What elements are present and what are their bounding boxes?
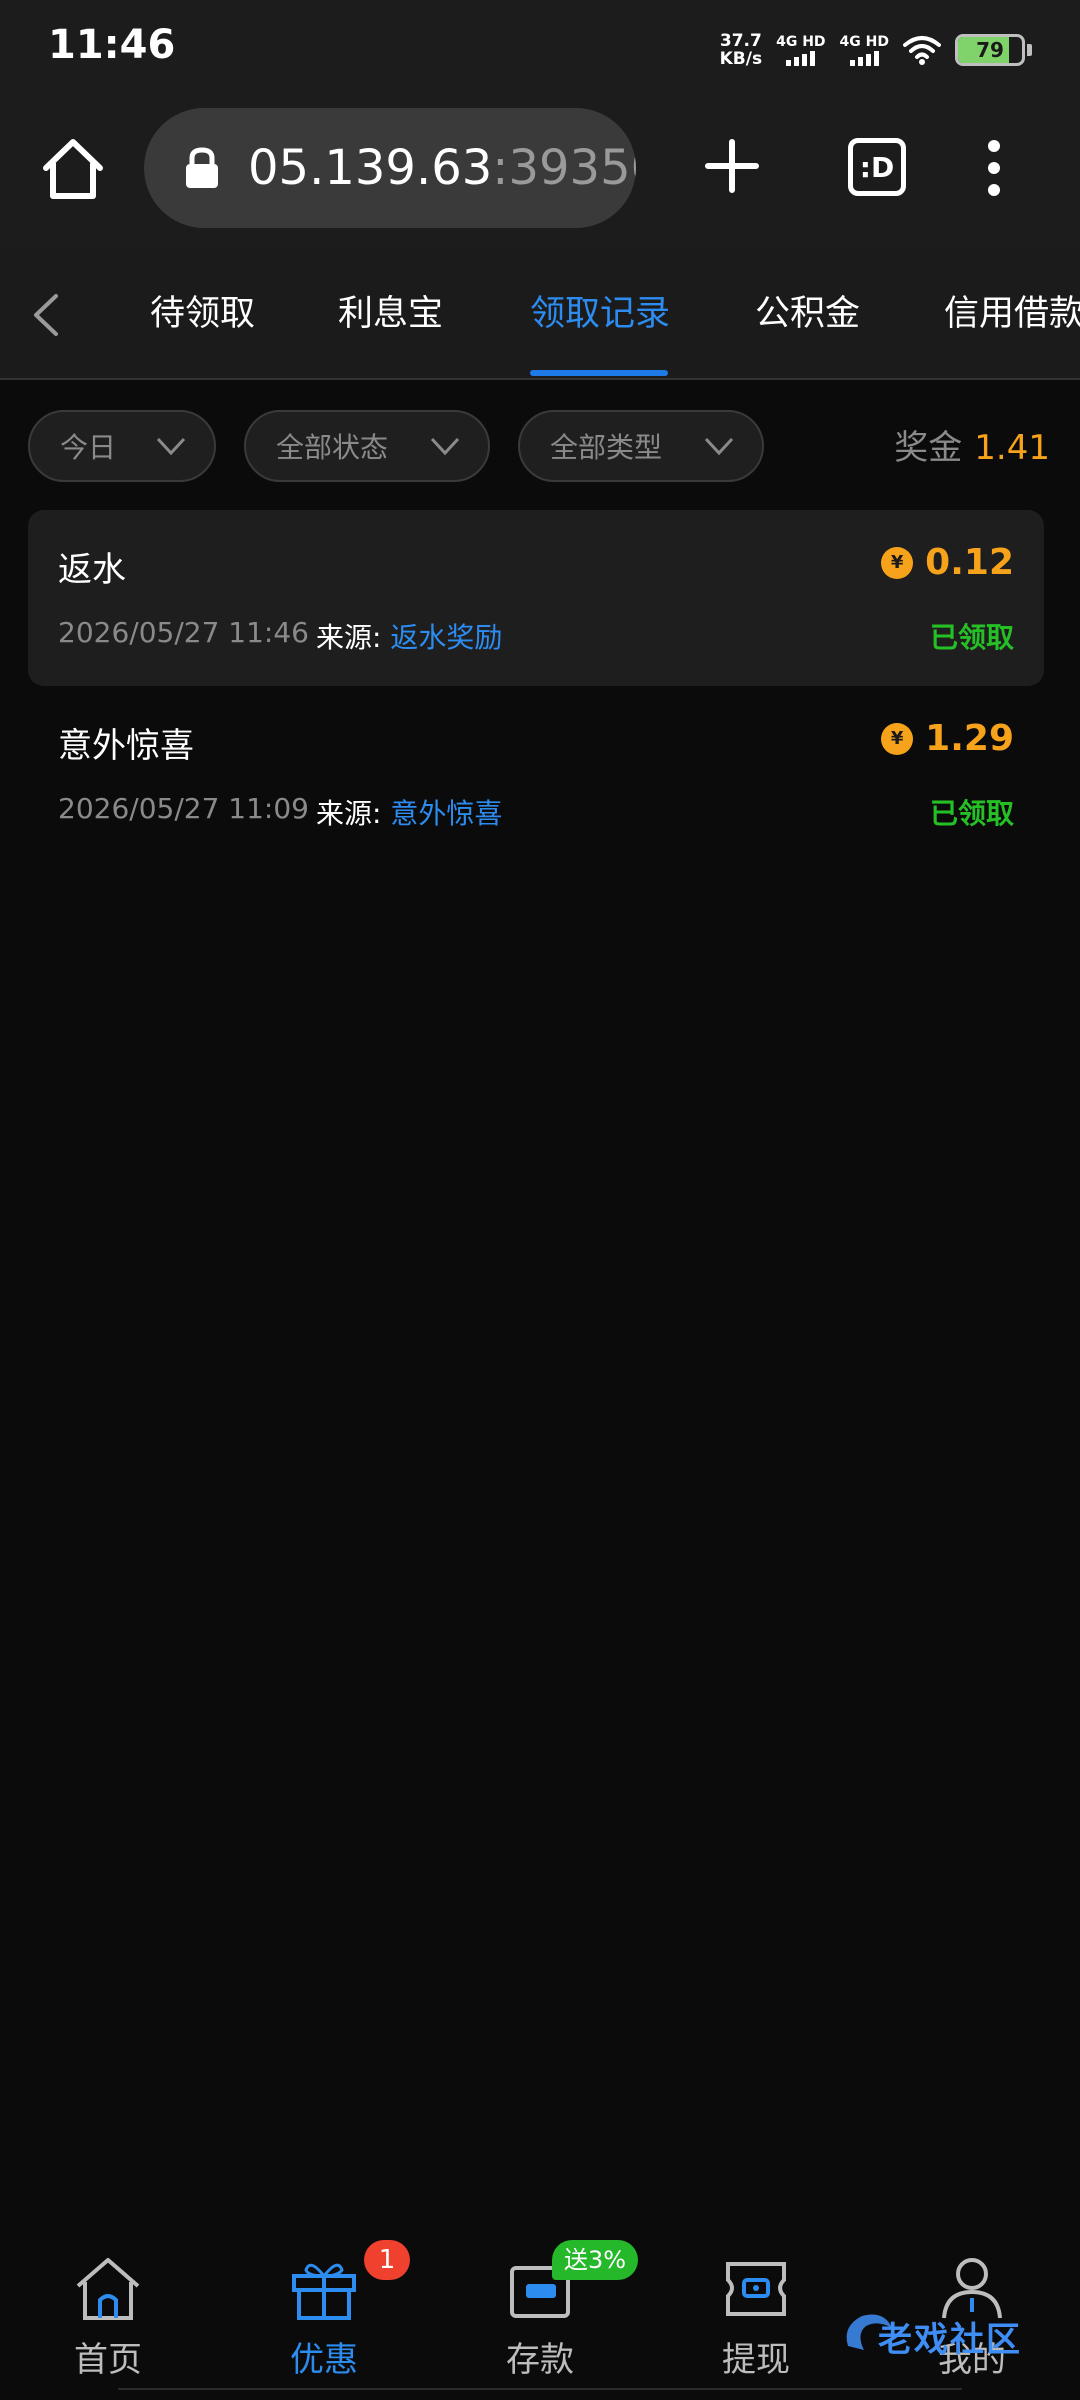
- plus-icon[interactable]: [704, 138, 760, 194]
- record-amount: ¥ 0.12: [881, 542, 1014, 583]
- coin-icon: ¥: [881, 722, 914, 755]
- chevron-down-icon: [704, 437, 734, 456]
- list-item[interactable]: 意外惊喜 ¥ 1.29 2026/05/27 11:09 来源: 意外惊喜 已领…: [28, 686, 1044, 862]
- nav-home[interactable]: 首页: [28, 2246, 188, 2380]
- record-amount: ¥ 1.29: [881, 718, 1014, 759]
- bonus-total: 奖金 1.41: [894, 428, 1050, 468]
- record-date: 2026/05/27 11:46: [58, 616, 309, 649]
- record-source: 来源: 返水奖励: [316, 621, 503, 654]
- gift-icon: [292, 2263, 356, 2320]
- gesture-bar: [118, 2388, 962, 2396]
- lock-icon: [186, 147, 218, 188]
- record-source: 来源: 意外惊喜: [316, 797, 503, 830]
- url-port: :39350: [492, 140, 636, 196]
- browser-toolbar: 05.139.63:39350 :D: [0, 100, 1080, 250]
- more-vert-icon[interactable]: [980, 138, 1008, 198]
- tab-pending[interactable]: 待领取: [150, 250, 255, 378]
- tab-credit-loan[interactable]: 信用借款: [944, 250, 1080, 378]
- withdraw-icon: [726, 2262, 786, 2316]
- date-filter[interactable]: 今日: [28, 410, 216, 482]
- notification-badge: 1: [364, 2240, 410, 2280]
- wifi-icon: [903, 36, 941, 65]
- nav-withdraw[interactable]: 提现: [676, 2246, 836, 2380]
- status-icons: 37.7 KB/s 4G HD 4G HD 79: [720, 28, 1032, 72]
- promo-badge: 送3%: [552, 2240, 639, 2280]
- chevron-down-icon: [430, 437, 460, 456]
- status-badge: 已领取: [929, 797, 1014, 830]
- type-filter[interactable]: 全部类型: [518, 410, 764, 482]
- record-date: 2026/05/27 11:09: [58, 792, 309, 825]
- list-item[interactable]: 返水 ¥ 0.12 2026/05/27 11:46 来源: 返水奖励 已领取: [28, 510, 1044, 686]
- battery-icon: 79: [955, 34, 1025, 66]
- tab-switcher-icon[interactable]: :D: [848, 138, 906, 196]
- category-tabs: 待领取 利息宝 领取记录 公积金 信用借款: [0, 250, 1080, 380]
- url-host: 05.139.63: [248, 140, 493, 196]
- status-time: 11:46: [48, 22, 176, 68]
- status-filter[interactable]: 全部状态: [244, 410, 490, 482]
- tab-records[interactable]: 领取记录: [530, 250, 670, 378]
- record-title: 返水: [58, 550, 126, 590]
- coin-icon: ¥: [881, 546, 914, 579]
- watermark-logo: 老戏社区: [838, 2296, 1068, 2378]
- net-speed: 37.7 KB/s: [719, 31, 763, 69]
- status-bar: 11:46 37.7 KB/s 4G HD 4G HD 79: [0, 0, 1080, 100]
- tab-provident-fund[interactable]: 公积金: [755, 250, 860, 378]
- status-badge: 已领取: [929, 621, 1014, 654]
- home-icon[interactable]: [40, 136, 106, 202]
- chevron-down-icon: [156, 437, 186, 456]
- chevron-left-icon[interactable]: [28, 292, 64, 338]
- home-icon: [76, 2258, 140, 2320]
- record-title: 意外惊喜: [58, 726, 194, 766]
- signal-icon: 4G HD: [840, 34, 889, 66]
- tab-interest[interactable]: 利息宝: [338, 250, 443, 378]
- nav-promotions[interactable]: 1 优惠: [244, 2240, 410, 2380]
- address-bar[interactable]: 05.139.63:39350: [144, 108, 636, 228]
- signal-icon: 4G HD: [776, 34, 826, 66]
- nav-deposit[interactable]: 送3% 存款: [460, 2240, 639, 2380]
- active-tab-indicator: [530, 370, 668, 376]
